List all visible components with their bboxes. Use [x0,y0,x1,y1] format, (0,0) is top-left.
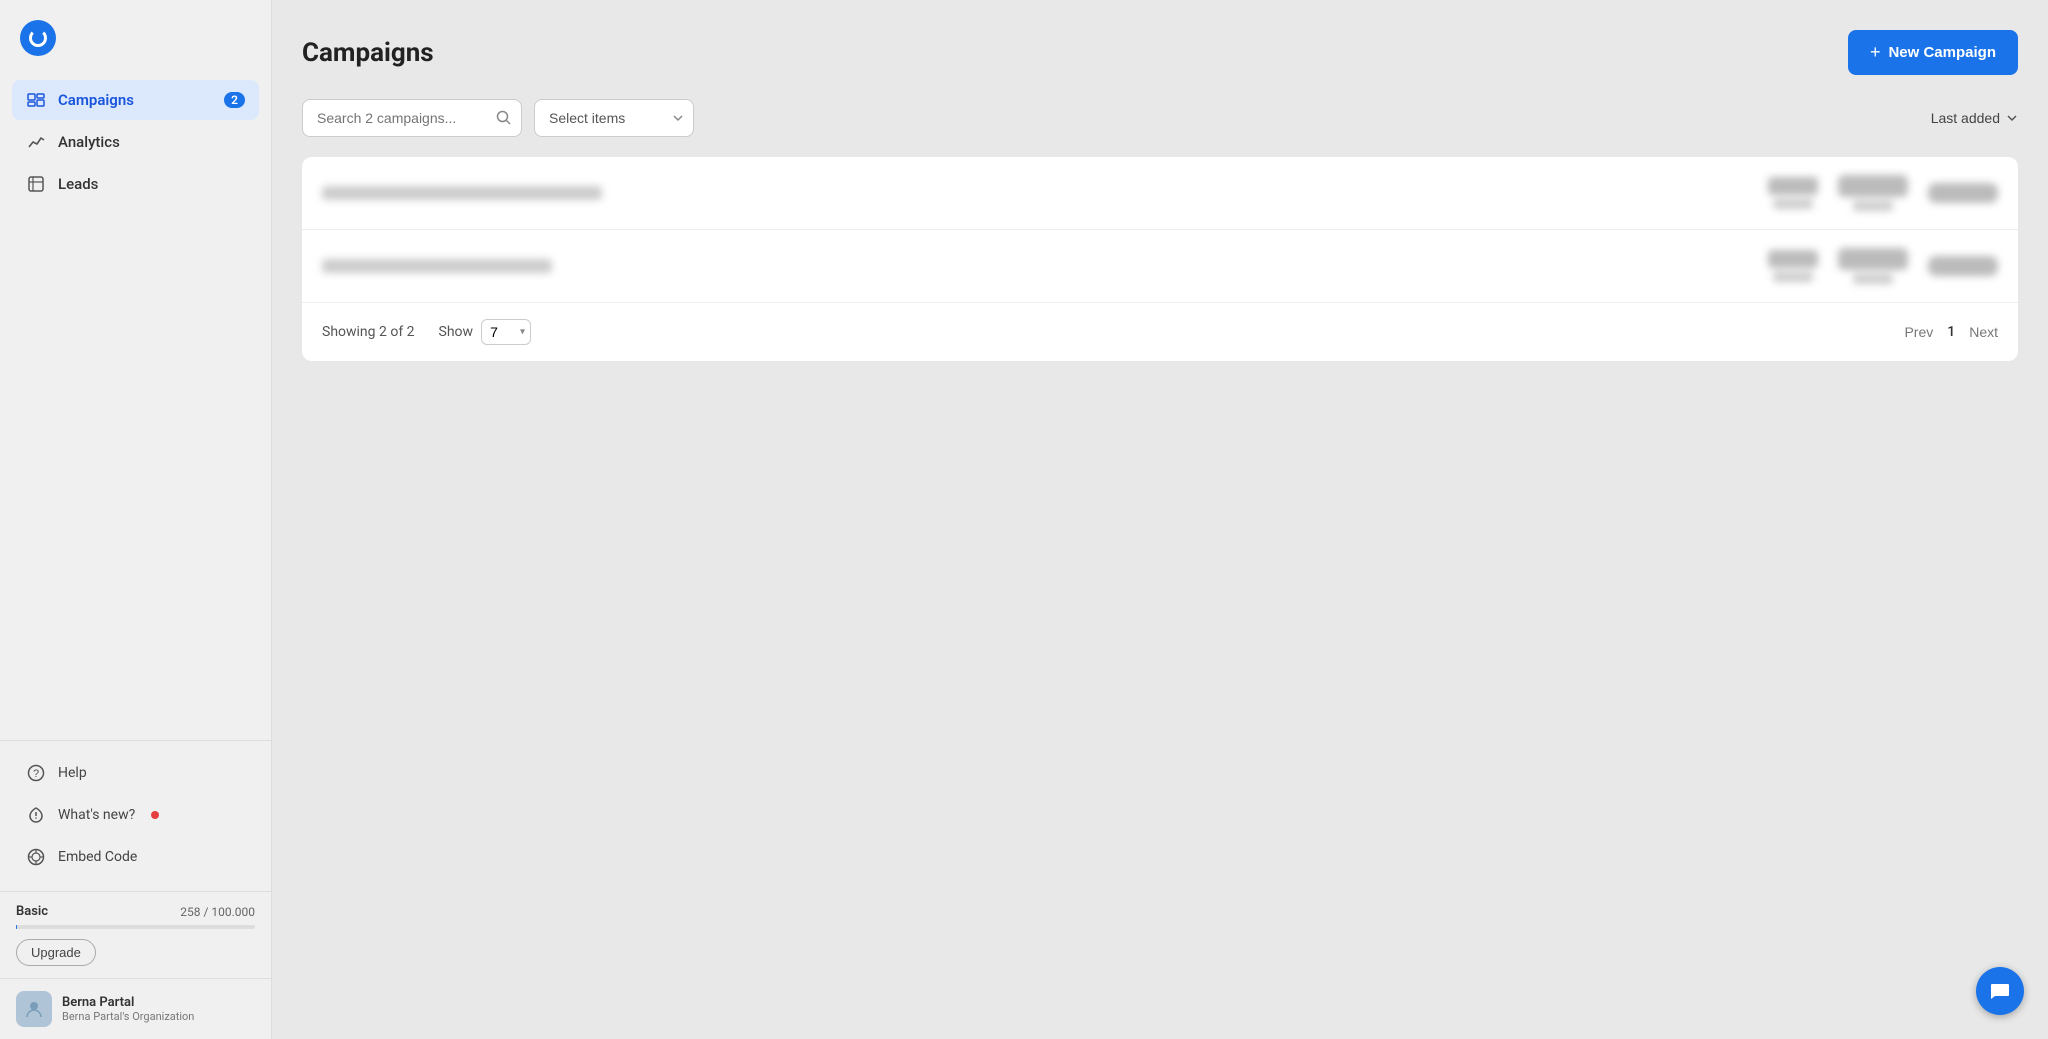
sidebar-item-leads[interactable]: Leads [12,164,259,204]
campaigns-icon [26,90,46,110]
plan-progress-fill [16,925,17,929]
user-info: Berna Partal Berna Partal's Organization [62,995,194,1023]
campaign-stat-1 [1768,250,1818,282]
campaign-status [1928,183,1998,203]
select-items-dropdown[interactable]: Select items [534,99,694,137]
svg-text:?: ? [33,768,39,780]
show-label: Show [439,324,474,340]
sidebar-leads-label: Leads [58,175,98,193]
pagination-controls: Prev 1 Next [1904,324,1998,340]
new-campaign-label: New Campaign [1888,44,1996,61]
campaign-stat-2 [1838,248,1908,284]
plan-header: Basic 258 / 100.000 [16,904,255,919]
upgrade-button[interactable]: Upgrade [16,939,96,966]
plan-name: Basic [16,904,48,919]
plan-section: Basic 258 / 100.000 Upgrade [0,891,271,978]
next-button[interactable]: Next [1969,324,1998,340]
sidebar-item-help[interactable]: ? Help [12,753,259,793]
search-icon [496,110,512,126]
sidebar-nav: Campaigns 2 Analytics Leads [0,72,271,740]
whats-new-icon [26,805,46,825]
logo-icon [29,29,47,47]
campaign-name-blur [322,186,602,200]
sidebar-item-embed-code[interactable]: Embed Code [12,837,259,877]
stat-num [1838,175,1908,197]
page-header: Campaigns + New Campaign [302,30,2018,75]
new-campaign-button[interactable]: + New Campaign [1848,30,2018,75]
user-section[interactable]: Berna Partal Berna Partal's Organization [0,978,271,1039]
sort-label: Last added [1931,110,2000,126]
user-name: Berna Partal [62,995,194,1010]
whats-new-label: What's new? [58,807,135,823]
analytics-icon [26,132,46,152]
stat-num [1838,248,1908,270]
stat-num [1768,250,1818,268]
showing-text: Showing 2 of 2 [322,324,415,340]
notification-dot [151,811,159,819]
toolbar: Select items Last added [302,99,2018,137]
campaigns-list: Showing 2 of 2 Show 57102550 ▾ Prev 1 Ne… [302,157,2018,361]
sidebar: Campaigns 2 Analytics Leads [0,0,272,1039]
embed-code-icon [26,847,46,867]
embed-code-label: Embed Code [58,849,137,865]
show-select-wrap: Showing 2 of 2 Show 57102550 ▾ [322,319,531,345]
current-page: 1 [1947,324,1955,340]
user-org: Berna Partal's Organization [62,1010,194,1023]
avatar [16,991,52,1027]
campaign-stat-2 [1838,175,1908,211]
campaign-name-blur [322,259,552,273]
table-row[interactable] [302,230,2018,303]
show-select[interactable]: 57102550 [481,319,531,345]
sort-chevron-icon [2006,112,2018,124]
help-icon: ? [26,763,46,783]
stat-label [1853,274,1893,284]
sidebar-campaigns-label: Campaigns [58,91,134,109]
sidebar-bottom-nav: ? Help What's new? [0,740,271,891]
sort-button[interactable]: Last added [1931,110,2018,126]
sidebar-analytics-label: Analytics [58,133,120,151]
chat-icon [1989,980,2011,1002]
campaign-row-blur-2 [322,248,1998,284]
campaign-status [1928,256,1998,276]
sidebar-item-campaigns[interactable]: Campaigns 2 [12,80,259,120]
sidebar-item-analytics[interactable]: Analytics [12,122,259,162]
sidebar-item-whats-new[interactable]: What's new? [12,795,259,835]
plan-progress-bar [16,925,255,929]
stat-label [1773,272,1813,282]
show-select-container: 57102550 ▾ [481,319,531,345]
plus-icon: + [1870,42,1881,63]
table-row[interactable] [302,157,2018,230]
page-title: Campaigns [302,38,434,68]
stat-label [1853,201,1893,211]
stat-num [1768,177,1818,195]
help-label: Help [58,765,87,781]
search-wrapper [302,99,522,137]
main-content: Campaigns + New Campaign Select items [272,0,2048,1039]
campaigns-badge: 2 [224,92,245,108]
plan-usage: 258 / 100.000 [180,905,255,919]
pagination-bar: Showing 2 of 2 Show 57102550 ▾ Prev 1 Ne… [302,303,2018,361]
stat-label [1773,199,1813,209]
prev-button[interactable]: Prev [1904,324,1933,340]
campaign-row-blur-1 [322,175,1998,211]
leads-icon [26,174,46,194]
search-input[interactable] [302,99,522,137]
app-logo [20,20,56,56]
campaign-stat-1 [1768,177,1818,209]
logo-area[interactable] [0,0,271,72]
chat-bubble-button[interactable] [1976,967,2024,1015]
select-items-wrapper: Select items [534,99,694,137]
